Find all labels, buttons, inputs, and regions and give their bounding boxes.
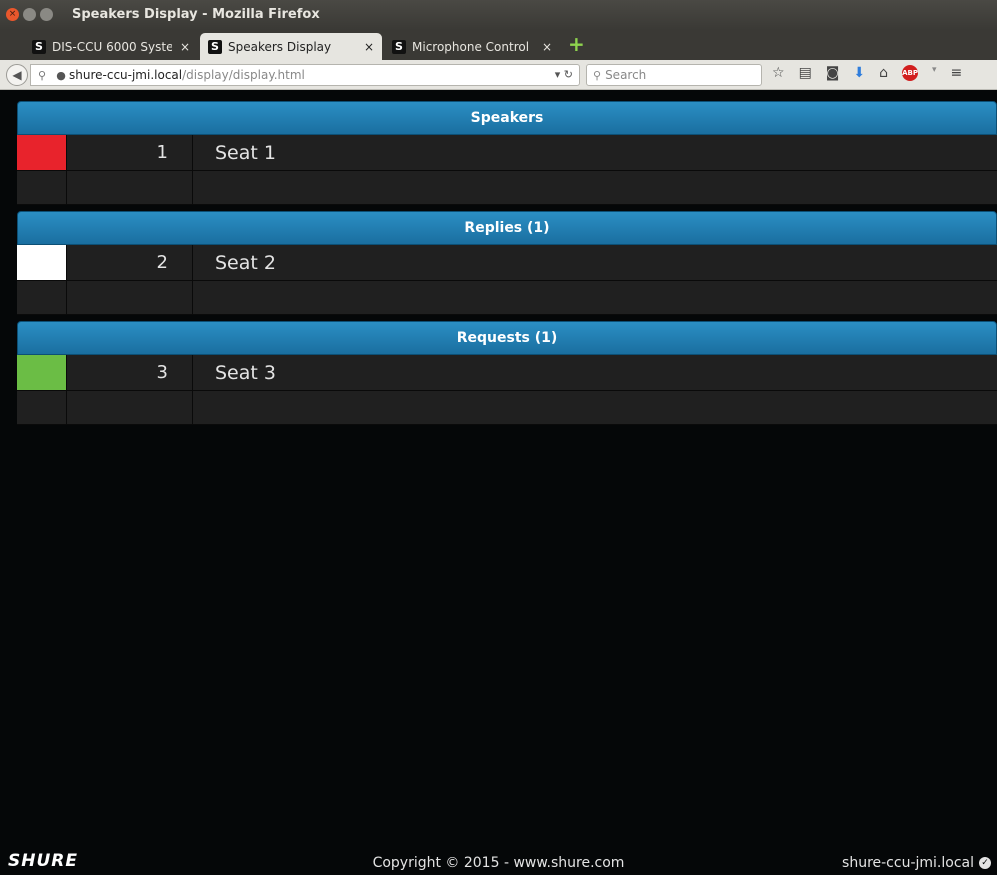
empty-cell <box>67 171 193 204</box>
seat-name: Seat 2 <box>193 245 997 280</box>
tab-label: Microphone Control <box>412 39 530 54</box>
adblock-dropdown-icon[interactable]: ▾ <box>932 65 937 81</box>
tab-microphone-control[interactable]: S Microphone Control × <box>384 33 560 60</box>
search-input[interactable]: ⚲ Search <box>586 64 762 86</box>
back-arrow-icon[interactable]: ◀ <box>6 64 28 86</box>
seat-number: 1 <box>67 135 193 170</box>
empty-cell <box>193 391 997 424</box>
window-minimize-icon[interactable] <box>23 8 36 21</box>
tab-close-icon[interactable]: × <box>364 40 374 54</box>
section-header-replies: Replies (1) <box>17 211 997 245</box>
window-titlebar: × Speakers Display - Mozilla Firefox <box>0 0 997 30</box>
requests-section: Requests (1) 3 Seat 3 <box>17 321 997 425</box>
seat-number: 3 <box>67 355 193 390</box>
empty-cell <box>17 391 67 424</box>
url-path: /display/display.html <box>182 68 305 82</box>
home-icon[interactable]: ⌂ <box>879 65 888 81</box>
seat-status-color <box>17 355 67 390</box>
seat-name: Seat 1 <box>193 135 997 170</box>
search-placeholder: Search <box>605 68 647 82</box>
speakers-display-page: Speakers 1 Seat 1 Replies (1) 2 Seat 2 R… <box>0 91 997 875</box>
seat-name: Seat 3 <box>193 355 997 390</box>
seat-status-color <box>17 245 67 280</box>
tab-strip: S DIS-CCU 6000 Syste... × S Speakers Dis… <box>0 30 997 60</box>
shure-favicon-icon: S <box>208 39 222 54</box>
globe-icon: ● <box>56 68 66 82</box>
seat-status-color <box>17 135 67 170</box>
table-row: 3 Seat 3 <box>17 355 997 391</box>
window-controls: × <box>6 8 53 21</box>
section-header-speakers: Speakers <box>17 101 997 135</box>
hamburger-menu-icon[interactable]: ≡ <box>951 65 963 81</box>
table-row-empty <box>17 281 997 315</box>
window-title: Speakers Display - Mozilla Firefox <box>72 7 320 22</box>
reading-list-icon[interactable]: ▤ <box>799 65 812 81</box>
tab-close-icon[interactable]: × <box>542 40 552 54</box>
url-dropdown-reload-icon[interactable]: ▾ ↻ <box>555 68 573 81</box>
empty-cell <box>193 171 997 204</box>
host-status: shure-ccu-jmi.local ✓ <box>842 855 991 871</box>
tab-label: Speakers Display <box>228 39 332 54</box>
table-row-empty <box>17 391 997 425</box>
download-arrow-icon[interactable]: ⬇ <box>853 65 865 81</box>
empty-cell <box>17 281 67 314</box>
section-header-requests: Requests (1) <box>17 321 997 355</box>
seat-number: 2 <box>67 245 193 280</box>
speakers-section: Speakers 1 Seat 1 <box>17 101 997 205</box>
host-name: shure-ccu-jmi.local <box>842 855 974 871</box>
table-row: 2 Seat 2 <box>17 245 997 281</box>
tab-speakers-display[interactable]: S Speakers Display × <box>200 33 382 60</box>
nav-toolbar: ◀ ⚲ ● shure-ccu-jmi.local /display/displ… <box>0 60 997 90</box>
window-maximize-icon[interactable] <box>40 8 53 21</box>
table-row: 1 Seat 1 <box>17 135 997 171</box>
connected-check-icon: ✓ <box>979 857 991 869</box>
shure-favicon-icon: S <box>392 39 406 54</box>
url-host: shure-ccu-jmi.local <box>69 68 183 82</box>
tab-close-icon[interactable]: × <box>180 40 190 54</box>
empty-cell <box>67 281 193 314</box>
empty-cell <box>17 171 67 204</box>
url-bar[interactable]: ⚲ ● shure-ccu-jmi.local /display/display… <box>30 64 580 86</box>
adblock-icon[interactable]: ABP <box>902 65 919 81</box>
table-row-empty <box>17 171 997 205</box>
search-icon: ⚲ <box>593 68 602 82</box>
new-tab-plus-icon[interactable]: + <box>568 34 585 54</box>
tab-label: DIS-CCU 6000 Syste... <box>52 39 172 54</box>
shure-favicon-icon: S <box>32 39 46 54</box>
replies-section: Replies (1) 2 Seat 2 <box>17 211 997 315</box>
empty-cell <box>193 281 997 314</box>
page-footer: SHURE Copyright © 2015 - www.shure.com s… <box>0 847 997 875</box>
toolbar-icons: ☆ ▤ ◙ ⬇ ⌂ ABP ▾ ≡ <box>772 65 962 81</box>
bookmark-star-icon[interactable]: ☆ <box>772 65 785 81</box>
pocket-icon[interactable]: ◙ <box>826 65 840 81</box>
empty-cell <box>67 391 193 424</box>
tab-ccu-system[interactable]: S DIS-CCU 6000 Syste... × <box>24 33 198 60</box>
window-close-icon[interactable]: × <box>6 8 19 21</box>
identity-icon[interactable]: ⚲ <box>31 69 53 82</box>
